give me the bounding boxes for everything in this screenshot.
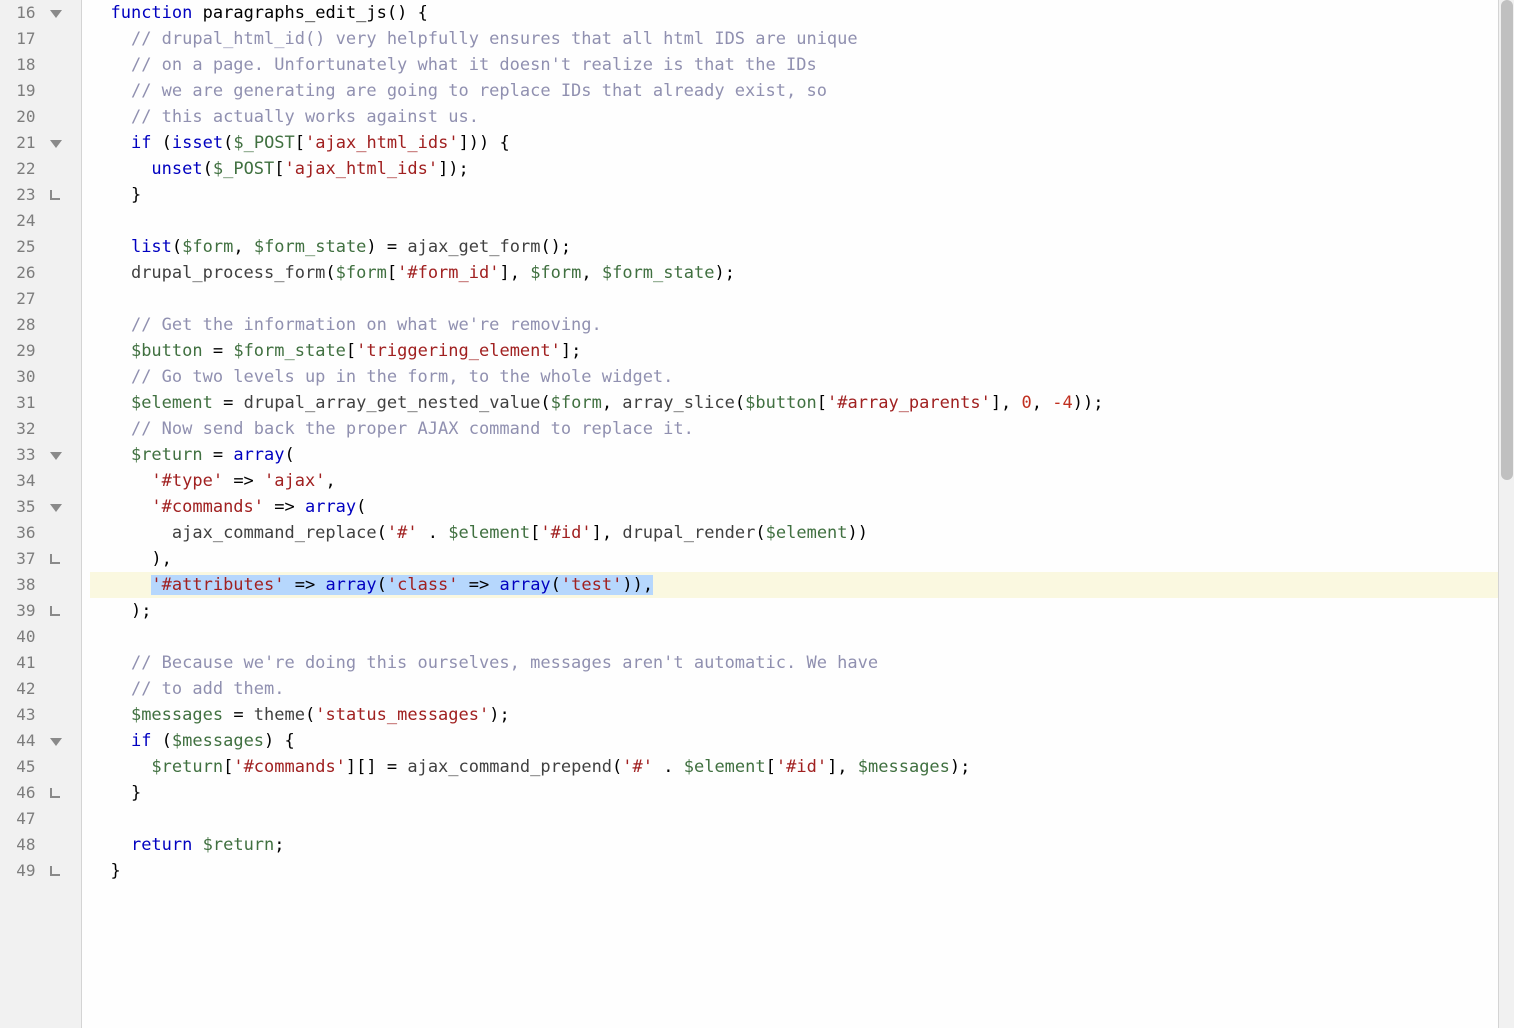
code-line[interactable]: // to add them.: [90, 676, 1498, 702]
code-line[interactable]: [90, 806, 1498, 832]
line-number: 35: [0, 494, 36, 520]
fold-down-icon[interactable]: [50, 140, 62, 148]
code-line[interactable]: // on a page. Unfortunately what it does…: [90, 52, 1498, 78]
fold-column: [42, 0, 81, 1028]
fold-down-icon[interactable]: [50, 10, 62, 18]
code-line[interactable]: ),: [90, 546, 1498, 572]
code-line[interactable]: $element = drupal_array_get_nested_value…: [90, 390, 1498, 416]
code-line[interactable]: $messages = theme('status_messages');: [90, 702, 1498, 728]
code-line[interactable]: // drupal_html_id() very helpfully ensur…: [90, 26, 1498, 52]
code-line[interactable]: $return['#commands'][] = ajax_command_pr…: [90, 754, 1498, 780]
line-number: 48: [0, 832, 36, 858]
code-area[interactable]: function paragraphs_edit_js() { // drupa…: [82, 0, 1498, 1028]
line-number: 33: [0, 442, 36, 468]
line-number: 44: [0, 728, 36, 754]
line-number: 28: [0, 312, 36, 338]
fold-down-icon[interactable]: [50, 452, 62, 460]
code-line[interactable]: }: [90, 780, 1498, 806]
line-number: 47: [0, 806, 36, 832]
line-number: 42: [0, 676, 36, 702]
code-line[interactable]: [90, 208, 1498, 234]
line-number: 32: [0, 416, 36, 442]
code-line[interactable]: if (isset($_POST['ajax_html_ids'])) {: [90, 130, 1498, 156]
code-line[interactable]: $button = $form_state['triggering_elemen…: [90, 338, 1498, 364]
line-number: 24: [0, 208, 36, 234]
line-number: 22: [0, 156, 36, 182]
line-number: 26: [0, 260, 36, 286]
line-number: 38: [0, 572, 36, 598]
code-line[interactable]: // Now send back the proper AJAX command…: [90, 416, 1498, 442]
line-number: 21: [0, 130, 36, 156]
line-number: 19: [0, 78, 36, 104]
code-line[interactable]: // this actually works against us.: [90, 104, 1498, 130]
line-number: 29: [0, 338, 36, 364]
line-number: 40: [0, 624, 36, 650]
code-line[interactable]: return $return;: [90, 832, 1498, 858]
scrollbar-track[interactable]: [1498, 0, 1514, 1028]
code-line[interactable]: if ($messages) {: [90, 728, 1498, 754]
code-line[interactable]: unset($_POST['ajax_html_ids']);: [90, 156, 1498, 182]
line-number: 45: [0, 754, 36, 780]
code-line-highlighted[interactable]: '#attributes' => array('class' => array(…: [90, 572, 1498, 598]
line-number: 16: [0, 0, 36, 26]
code-line[interactable]: $return = array(: [90, 442, 1498, 468]
code-line[interactable]: function paragraphs_edit_js() {: [90, 0, 1498, 26]
line-number: 20: [0, 104, 36, 130]
code-line[interactable]: ajax_command_replace('#' . $element['#id…: [90, 520, 1498, 546]
line-number: 30: [0, 364, 36, 390]
code-editor: 1617181920212223242526272829303132333435…: [0, 0, 1514, 1028]
code-line[interactable]: '#type' => 'ajax',: [90, 468, 1498, 494]
line-number: 36: [0, 520, 36, 546]
line-number: 49: [0, 858, 36, 884]
fold-end-icon: [50, 606, 60, 616]
line-number: 37: [0, 546, 36, 572]
code-line[interactable]: }: [90, 858, 1498, 884]
fold-end-icon: [50, 554, 60, 564]
fold-down-icon[interactable]: [50, 504, 62, 512]
code-line[interactable]: // Go two levels up in the form, to the …: [90, 364, 1498, 390]
line-number: 31: [0, 390, 36, 416]
line-number: 43: [0, 702, 36, 728]
code-line[interactable]: [90, 624, 1498, 650]
fold-end-icon: [50, 190, 60, 200]
line-number: 27: [0, 286, 36, 312]
code-line[interactable]: '#commands' => array(: [90, 494, 1498, 520]
code-line[interactable]: );: [90, 598, 1498, 624]
fold-end-icon: [50, 866, 60, 876]
line-number: 41: [0, 650, 36, 676]
gutter: 1617181920212223242526272829303132333435…: [0, 0, 82, 1028]
code-line[interactable]: // Because we're doing this ourselves, m…: [90, 650, 1498, 676]
line-number: 25: [0, 234, 36, 260]
code-line[interactable]: }: [90, 182, 1498, 208]
code-line[interactable]: // Get the information on what we're rem…: [90, 312, 1498, 338]
line-number: 18: [0, 52, 36, 78]
line-number: 23: [0, 182, 36, 208]
fold-down-icon[interactable]: [50, 738, 62, 746]
line-number-column: 1617181920212223242526272829303132333435…: [0, 0, 42, 1028]
code-line[interactable]: drupal_process_form($form['#form_id'], $…: [90, 260, 1498, 286]
text-selection[interactable]: '#attributes' => array('class' => array(…: [151, 575, 653, 595]
line-number: 34: [0, 468, 36, 494]
line-number: 46: [0, 780, 36, 806]
code-line[interactable]: [90, 286, 1498, 312]
line-number: 39: [0, 598, 36, 624]
code-line[interactable]: // we are generating are going to replac…: [90, 78, 1498, 104]
line-number: 17: [0, 26, 36, 52]
code-line[interactable]: list($form, $form_state) = ajax_get_form…: [90, 234, 1498, 260]
fold-end-icon: [50, 788, 60, 798]
scrollbar-thumb[interactable]: [1501, 0, 1513, 480]
